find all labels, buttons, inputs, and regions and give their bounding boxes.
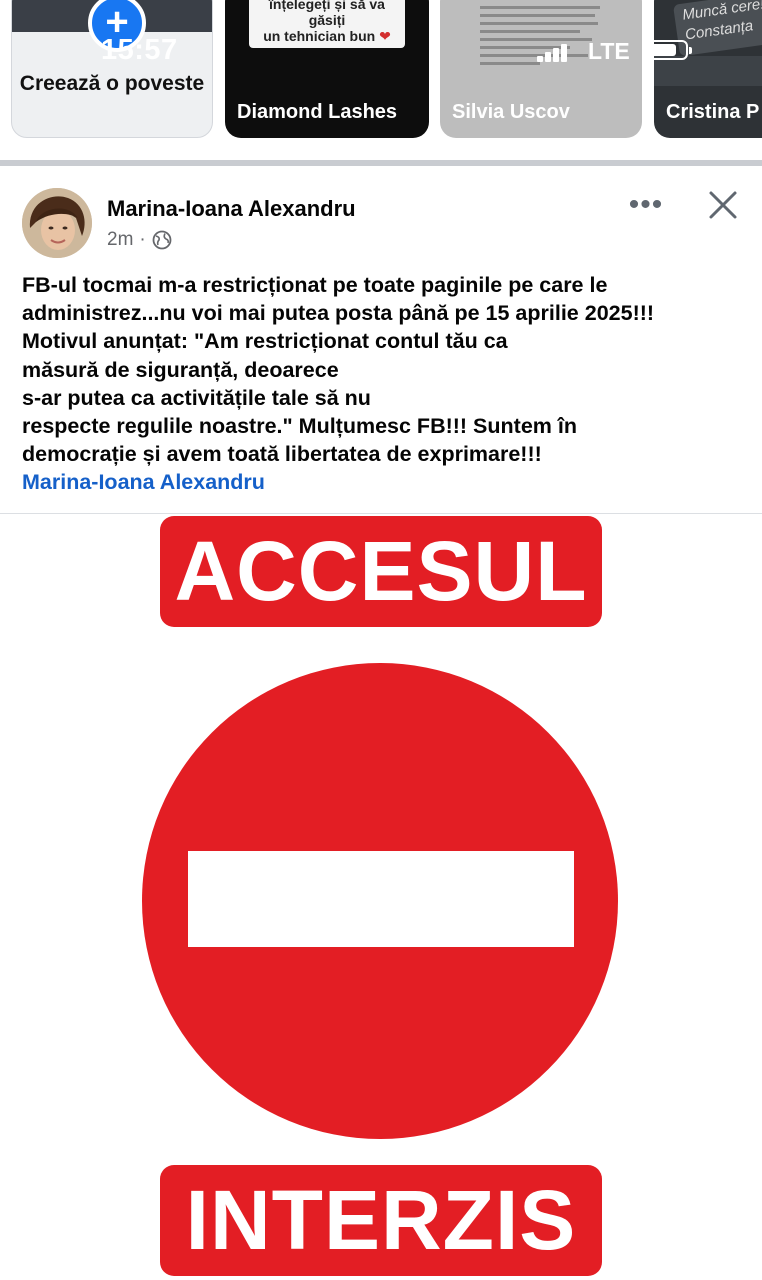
post-timestamp[interactable]: 2m <box>107 229 133 251</box>
story-name: Cristina P <box>666 101 760 123</box>
image-divider <box>0 513 762 514</box>
post-text-line: FB-ul tocmai m-a restricționat pe toate … <box>22 273 608 297</box>
no-entry-sign-icon <box>142 663 618 1139</box>
meta-separator: · <box>139 229 146 250</box>
section-divider <box>0 160 762 166</box>
stories-tray: + Creează o poveste înțelegeți și să va … <box>0 0 762 160</box>
signal-icon <box>537 44 569 62</box>
image-top-banner: ACCESUL <box>160 516 602 627</box>
post-text-line: Motivul anunțat: "Am restricționat contu… <box>22 329 508 354</box>
close-icon[interactable] <box>706 188 740 222</box>
tagged-person-link[interactable]: Marina-Ioana Alexandru <box>22 468 752 496</box>
create-story-label: Creează o poveste <box>19 72 205 95</box>
status-bar: 15:57 LTE <box>0 34 762 70</box>
globe-icon[interactable] <box>152 230 172 250</box>
post-meta: 2m · <box>107 229 172 251</box>
post-text-line: s-ar putea ca activitățile tale să nu <box>22 385 371 410</box>
story-name: Silvia Uscov <box>452 101 570 123</box>
post-text-line: administrez...nu voi mai putea posta pân… <box>22 301 655 326</box>
network-type: LTE <box>588 38 630 64</box>
post-text: FB-ul tocmai m-a restricționat pe toate … <box>22 271 752 497</box>
post-author-name[interactable]: Marina-Ioana Alexandru <box>107 196 356 222</box>
more-options-icon[interactable]: ••• <box>626 190 666 220</box>
post-text-line: respecte regulile noastre." Mulțumesc FB… <box>22 414 577 439</box>
story-name: Diamond Lashes <box>237 101 398 123</box>
post-text-line: democrație și avem toată libertatea de e… <box>22 442 542 467</box>
story-caption-line: înțelegeți și să va găsiți <box>269 0 385 28</box>
image-bottom-banner: INTERZIS <box>160 1165 602 1276</box>
avatar[interactable] <box>22 188 92 258</box>
avatar-image <box>22 188 92 258</box>
status-time: 15:57 <box>101 34 178 66</box>
battery-icon <box>646 40 692 60</box>
post-text-line: măsură de siguranță, deoarece <box>22 357 339 382</box>
